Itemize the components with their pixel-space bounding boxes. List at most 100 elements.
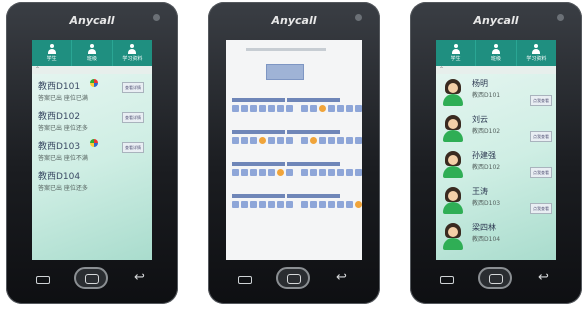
empty-seat-icon[interactable] (346, 137, 353, 144)
view-button[interactable]: 点我查看 (530, 95, 552, 106)
empty-seat-icon[interactable] (328, 169, 335, 176)
list-item[interactable]: 杨明 教西D101 点我查看 (436, 75, 556, 111)
empty-seat-icon[interactable] (346, 201, 353, 208)
tab-materials[interactable]: 学习资料 (517, 40, 556, 66)
list-item[interactable]: 孙建强 教西D102 点我查看 (436, 147, 556, 183)
empty-seat-icon[interactable] (268, 201, 275, 208)
list-item[interactable]: 刘云 教西D102 点我查看 (436, 111, 556, 147)
seat-map-background (226, 40, 362, 260)
empty-seat-icon[interactable] (250, 137, 257, 144)
empty-seat-icon[interactable] (250, 201, 257, 208)
empty-seat-icon[interactable] (346, 169, 353, 176)
occupied-seat-icon[interactable] (259, 137, 266, 144)
empty-seat-icon[interactable] (319, 169, 326, 176)
hardware-keys: ↩ (208, 264, 380, 304)
person-icon (87, 44, 97, 55)
empty-seat-icon[interactable] (337, 169, 344, 176)
empty-seat-icon[interactable] (268, 105, 275, 112)
empty-seat-icon[interactable] (337, 201, 344, 208)
occupied-seat-icon[interactable] (310, 137, 317, 144)
list-item[interactable]: 王涛 教西D103 点我查看 (436, 183, 556, 219)
empty-seat-icon[interactable] (310, 105, 317, 112)
empty-seat-icon[interactable] (277, 137, 284, 144)
back-key-icon[interactable]: ↩ (538, 270, 549, 285)
empty-seat-icon[interactable] (286, 169, 293, 176)
empty-seat-icon[interactable] (268, 137, 275, 144)
list-item[interactable]: 教西D104 答案已出 座位还多 (32, 166, 152, 196)
empty-seat-icon[interactable] (232, 137, 239, 144)
view-button[interactable]: 点我查看 (530, 203, 552, 214)
tab-student[interactable]: 学生 (436, 40, 477, 66)
back-key-icon[interactable]: ↩ (134, 270, 145, 285)
view-details-button[interactable]: 查看详情 (122, 112, 144, 123)
home-key-icon[interactable] (478, 267, 512, 289)
empty-seat-icon[interactable] (232, 201, 239, 208)
empty-seat-icon[interactable] (286, 201, 293, 208)
tab-class[interactable]: 班级 (72, 40, 113, 66)
empty-seat-icon[interactable] (259, 169, 266, 176)
empty-seat-icon[interactable] (286, 105, 293, 112)
list-item[interactable]: 梁四林 教西D104 (436, 219, 556, 255)
occupied-seat-icon[interactable] (277, 169, 284, 176)
collapse-icon[interactable]: ⌃ (439, 66, 444, 73)
student-name: 孙建强 (472, 151, 496, 160)
empty-seat-icon[interactable] (328, 137, 335, 144)
camera-icon (153, 14, 160, 21)
empty-seat-icon[interactable] (301, 105, 308, 112)
home-key-icon[interactable] (74, 267, 108, 289)
empty-seat-icon[interactable] (301, 169, 308, 176)
empty-seat-icon[interactable] (232, 105, 239, 112)
empty-seat-icon[interactable] (337, 105, 344, 112)
empty-seat-icon[interactable] (241, 201, 248, 208)
screen-room-list: 学生 班级 学习资料 ⌃ 教西D101 答案已出 座位已满 查看详情 教西D10… (32, 40, 152, 260)
empty-seat-icon[interactable] (241, 169, 248, 176)
view-details-button[interactable]: 查看详情 (122, 142, 144, 153)
empty-seat-icon[interactable] (301, 137, 308, 144)
avatar-icon (440, 185, 466, 215)
empty-seat-icon[interactable] (337, 137, 344, 144)
empty-seat-icon[interactable] (241, 137, 248, 144)
empty-seat-icon[interactable] (277, 105, 284, 112)
list-item[interactable]: 教西D103 答案已出 座位不满 查看详情 (32, 136, 152, 166)
empty-seat-icon[interactable] (268, 169, 275, 176)
view-details-button[interactable]: 查看详情 (122, 82, 144, 93)
camera-icon (557, 14, 564, 21)
empty-seat-icon[interactable] (301, 201, 308, 208)
menu-key-icon[interactable] (36, 276, 50, 284)
empty-seat-icon[interactable] (346, 105, 353, 112)
list-item[interactable]: 教西D102 答案已出 座位还多 查看详情 (32, 106, 152, 136)
student-name: 杨明 (472, 79, 488, 88)
empty-seat-icon[interactable] (310, 169, 317, 176)
home-key-icon[interactable] (276, 267, 310, 289)
empty-seat-icon[interactable] (310, 201, 317, 208)
tab-student[interactable]: 学生 (32, 40, 73, 66)
empty-seat-icon[interactable] (259, 105, 266, 112)
empty-seat-icon[interactable] (328, 105, 335, 112)
empty-seat-icon[interactable] (319, 137, 326, 144)
empty-seat-icon[interactable] (355, 105, 362, 112)
empty-seat-icon[interactable] (328, 201, 335, 208)
avatar-icon (440, 77, 466, 107)
empty-seat-icon[interactable] (277, 201, 284, 208)
empty-seat-icon[interactable] (250, 105, 257, 112)
collapse-icon[interactable]: ⌃ (35, 66, 40, 73)
empty-seat-icon[interactable] (232, 169, 239, 176)
list-item[interactable]: 教西D101 答案已出 座位已满 查看详情 (32, 76, 152, 106)
view-button[interactable]: 点我查看 (530, 167, 552, 178)
menu-key-icon[interactable] (238, 276, 252, 284)
tab-class[interactable]: 班级 (476, 40, 517, 66)
occupied-seat-icon[interactable] (355, 201, 362, 208)
student-list: 杨明 教西D101 点我查看 刘云 教西D102 点我查看 孙建强 教西D102… (436, 75, 556, 255)
empty-seat-icon[interactable] (259, 201, 266, 208)
empty-seat-icon[interactable] (319, 201, 326, 208)
empty-seat-icon[interactable] (241, 105, 248, 112)
occupied-seat-icon[interactable] (319, 105, 326, 112)
view-button[interactable]: 点我查看 (530, 131, 552, 142)
empty-seat-icon[interactable] (355, 137, 362, 144)
empty-seat-icon[interactable] (286, 137, 293, 144)
tab-materials[interactable]: 学习资料 (113, 40, 152, 66)
empty-seat-icon[interactable] (355, 169, 362, 176)
empty-seat-icon[interactable] (250, 169, 257, 176)
menu-key-icon[interactable] (440, 276, 454, 284)
back-key-icon[interactable]: ↩ (336, 270, 347, 285)
